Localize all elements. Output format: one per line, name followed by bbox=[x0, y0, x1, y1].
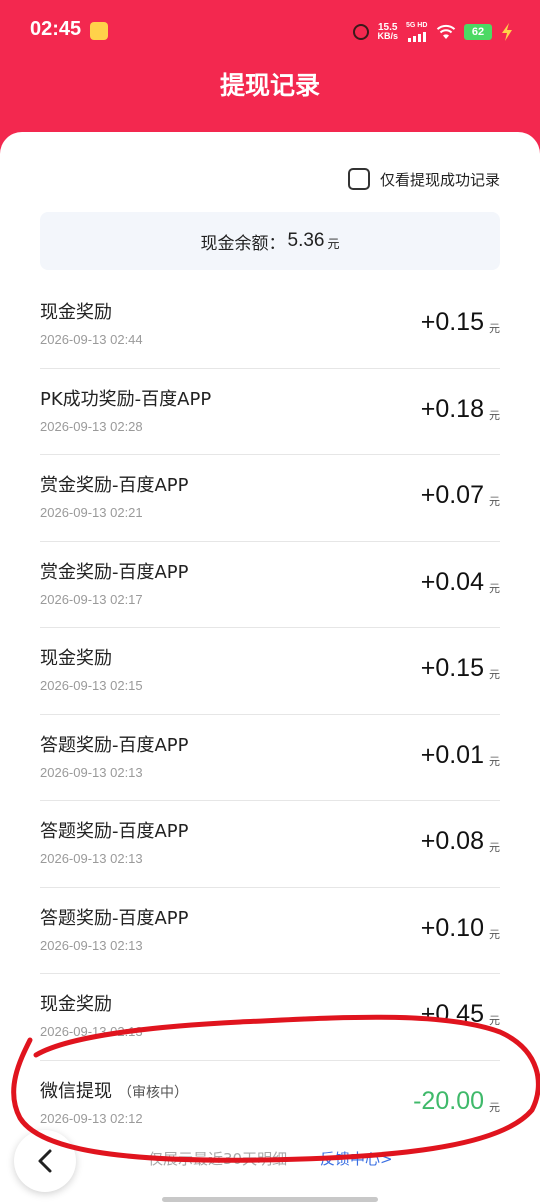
net-speed: 15.5 KB/s bbox=[377, 23, 398, 41]
wifi-icon bbox=[436, 24, 456, 39]
record-title: 答题奖励-百度APP bbox=[40, 821, 189, 842]
record-title: 答题奖励-百度APP bbox=[40, 907, 189, 929]
record-row[interactable]: 赏金奖励-百度APP 2026-09-13 02:17 +0.04 元 bbox=[40, 542, 500, 628]
record-row-withdrawal[interactable]: 微信提现 （审核中） 2026-09-13 02:12 -20.00 元 bbox=[40, 1061, 500, 1148]
record-date: 2026-09-13 02:12 bbox=[40, 1110, 143, 1126]
record-amount: +0.18 bbox=[420, 394, 484, 423]
record-row[interactable]: 现金奖励 2026-09-13 02:44 +0.15 元 bbox=[40, 282, 500, 369]
record-date: 2026-09-13 02:13 bbox=[40, 937, 143, 953]
record-unit: 元 bbox=[489, 1100, 500, 1114]
record-amount: -20.00 bbox=[413, 1086, 484, 1115]
back-button[interactable] bbox=[14, 1130, 76, 1192]
record-row[interactable]: 现金奖励 2026-09-13 02:15 +0.15 元 bbox=[40, 628, 500, 715]
home-indicator[interactable] bbox=[162, 1197, 378, 1202]
lightning-icon bbox=[502, 23, 512, 41]
record-list: 现金奖励 2026-09-13 02:44 +0.15 元 PK成功奖励-百度A… bbox=[40, 282, 500, 1147]
cash-balance: 现金余额： 5.36 元 bbox=[40, 212, 500, 270]
status-icons: 15.5 KB/s 5G HD 62 bbox=[353, 20, 514, 44]
record-row[interactable]: 现金奖励 2026-09-13 02:13 +0.45 元 bbox=[40, 974, 500, 1061]
record-amount: +0.01 bbox=[420, 740, 484, 769]
record-unit: 元 bbox=[489, 754, 500, 768]
net-speed-unit: KB/s bbox=[377, 31, 398, 41]
record-amount: +0.08 bbox=[420, 827, 484, 855]
record-title: 赏金奖励-百度APP bbox=[40, 475, 189, 496]
record-unit: 元 bbox=[489, 927, 500, 941]
success-only-filter[interactable]: 仅看提现成功记录 bbox=[347, 168, 500, 190]
record-title: 现金奖励 bbox=[40, 648, 112, 669]
record-row[interactable]: 答题奖励-百度APP 2026-09-13 02:13 +0.01 元 bbox=[40, 715, 500, 801]
record-date: 2026-09-13 02:17 bbox=[40, 591, 143, 607]
record-amount: +0.10 bbox=[420, 913, 484, 942]
record-unit: 元 bbox=[489, 322, 500, 335]
record-row[interactable]: 答题奖励-百度APP 2026-09-13 02:13 +0.08 元 bbox=[40, 801, 500, 888]
record-title: 答题奖励-百度APP bbox=[40, 734, 189, 756]
footer-note: 仅展示最近30天明细 bbox=[148, 1150, 288, 1168]
record-title: 赏金奖励-百度APP bbox=[40, 561, 189, 583]
signal-icon: 5G HD bbox=[406, 22, 428, 42]
withdrawal-title: 微信提现 bbox=[40, 1080, 112, 1102]
record-amount: +0.04 bbox=[420, 567, 484, 596]
cash-balance-amount: 5.36 bbox=[287, 230, 325, 251]
success-only-label: 仅看提现成功记录 bbox=[379, 170, 500, 189]
record-unit: 元 bbox=[489, 668, 500, 681]
battery-icon: 62 bbox=[464, 24, 492, 40]
record-title: PK成功奖励-百度APP bbox=[40, 388, 212, 410]
record-title: 现金奖励 bbox=[40, 994, 112, 1015]
record-amount: +0.15 bbox=[420, 308, 484, 336]
cash-balance-unit: 元 bbox=[327, 236, 340, 251]
record-row[interactable]: 赏金奖励-百度APP 2026-09-13 02:21 +0.07 元 bbox=[40, 455, 500, 542]
record-unit: 元 bbox=[489, 495, 500, 508]
status-bar: 02:45 15.5 KB/s 5G HD 62 bbox=[0, 0, 540, 64]
record-date: 2026-09-13 02:15 bbox=[40, 678, 143, 693]
record-unit: 元 bbox=[489, 408, 500, 422]
record-row[interactable]: 答题奖励-百度APP 2026-09-13 02:13 +0.10 元 bbox=[40, 888, 500, 974]
network-type: 5G HD bbox=[406, 22, 428, 29]
record-date: 2026-09-13 02:13 bbox=[40, 1024, 143, 1039]
record-row[interactable]: PK成功奖励-百度APP 2026-09-13 02:28 +0.18 元 bbox=[40, 369, 500, 455]
record-date: 2026-09-13 02:28 bbox=[40, 418, 143, 434]
record-date: 2026-09-13 02:21 bbox=[40, 505, 143, 520]
alarm-icon bbox=[353, 24, 370, 40]
record-date: 2026-09-13 02:44 bbox=[40, 332, 143, 347]
status-time: 02:45 bbox=[30, 18, 82, 40]
record-amount: +0.07 bbox=[420, 481, 484, 509]
chevron-left-icon bbox=[38, 1149, 52, 1173]
record-title: 微信提现 （审核中） bbox=[40, 1077, 188, 1103]
record-unit: 元 bbox=[489, 1014, 500, 1027]
success-only-checkbox[interactable] bbox=[347, 168, 370, 190]
record-unit: 元 bbox=[489, 581, 500, 595]
record-unit: 元 bbox=[489, 841, 500, 854]
record-date: 2026-09-13 02:13 bbox=[40, 764, 143, 780]
record-title: 现金奖励 bbox=[40, 302, 112, 323]
feedback-center-link[interactable]: 反馈中心> bbox=[320, 1148, 393, 1169]
page-title: 提现记录 bbox=[219, 71, 320, 100]
notification-icon bbox=[90, 22, 108, 40]
record-date: 2026-09-13 02:13 bbox=[40, 851, 143, 866]
record-amount: +0.45 bbox=[420, 1000, 484, 1028]
records-card: 仅看提现成功记录 现金余额： 5.36 元 现金奖励 2026-09-13 02… bbox=[0, 132, 540, 1204]
record-amount: +0.15 bbox=[420, 654, 484, 682]
withdrawal-status: （审核中） bbox=[118, 1084, 188, 1101]
cash-balance-label: 现金余额： bbox=[200, 233, 286, 254]
